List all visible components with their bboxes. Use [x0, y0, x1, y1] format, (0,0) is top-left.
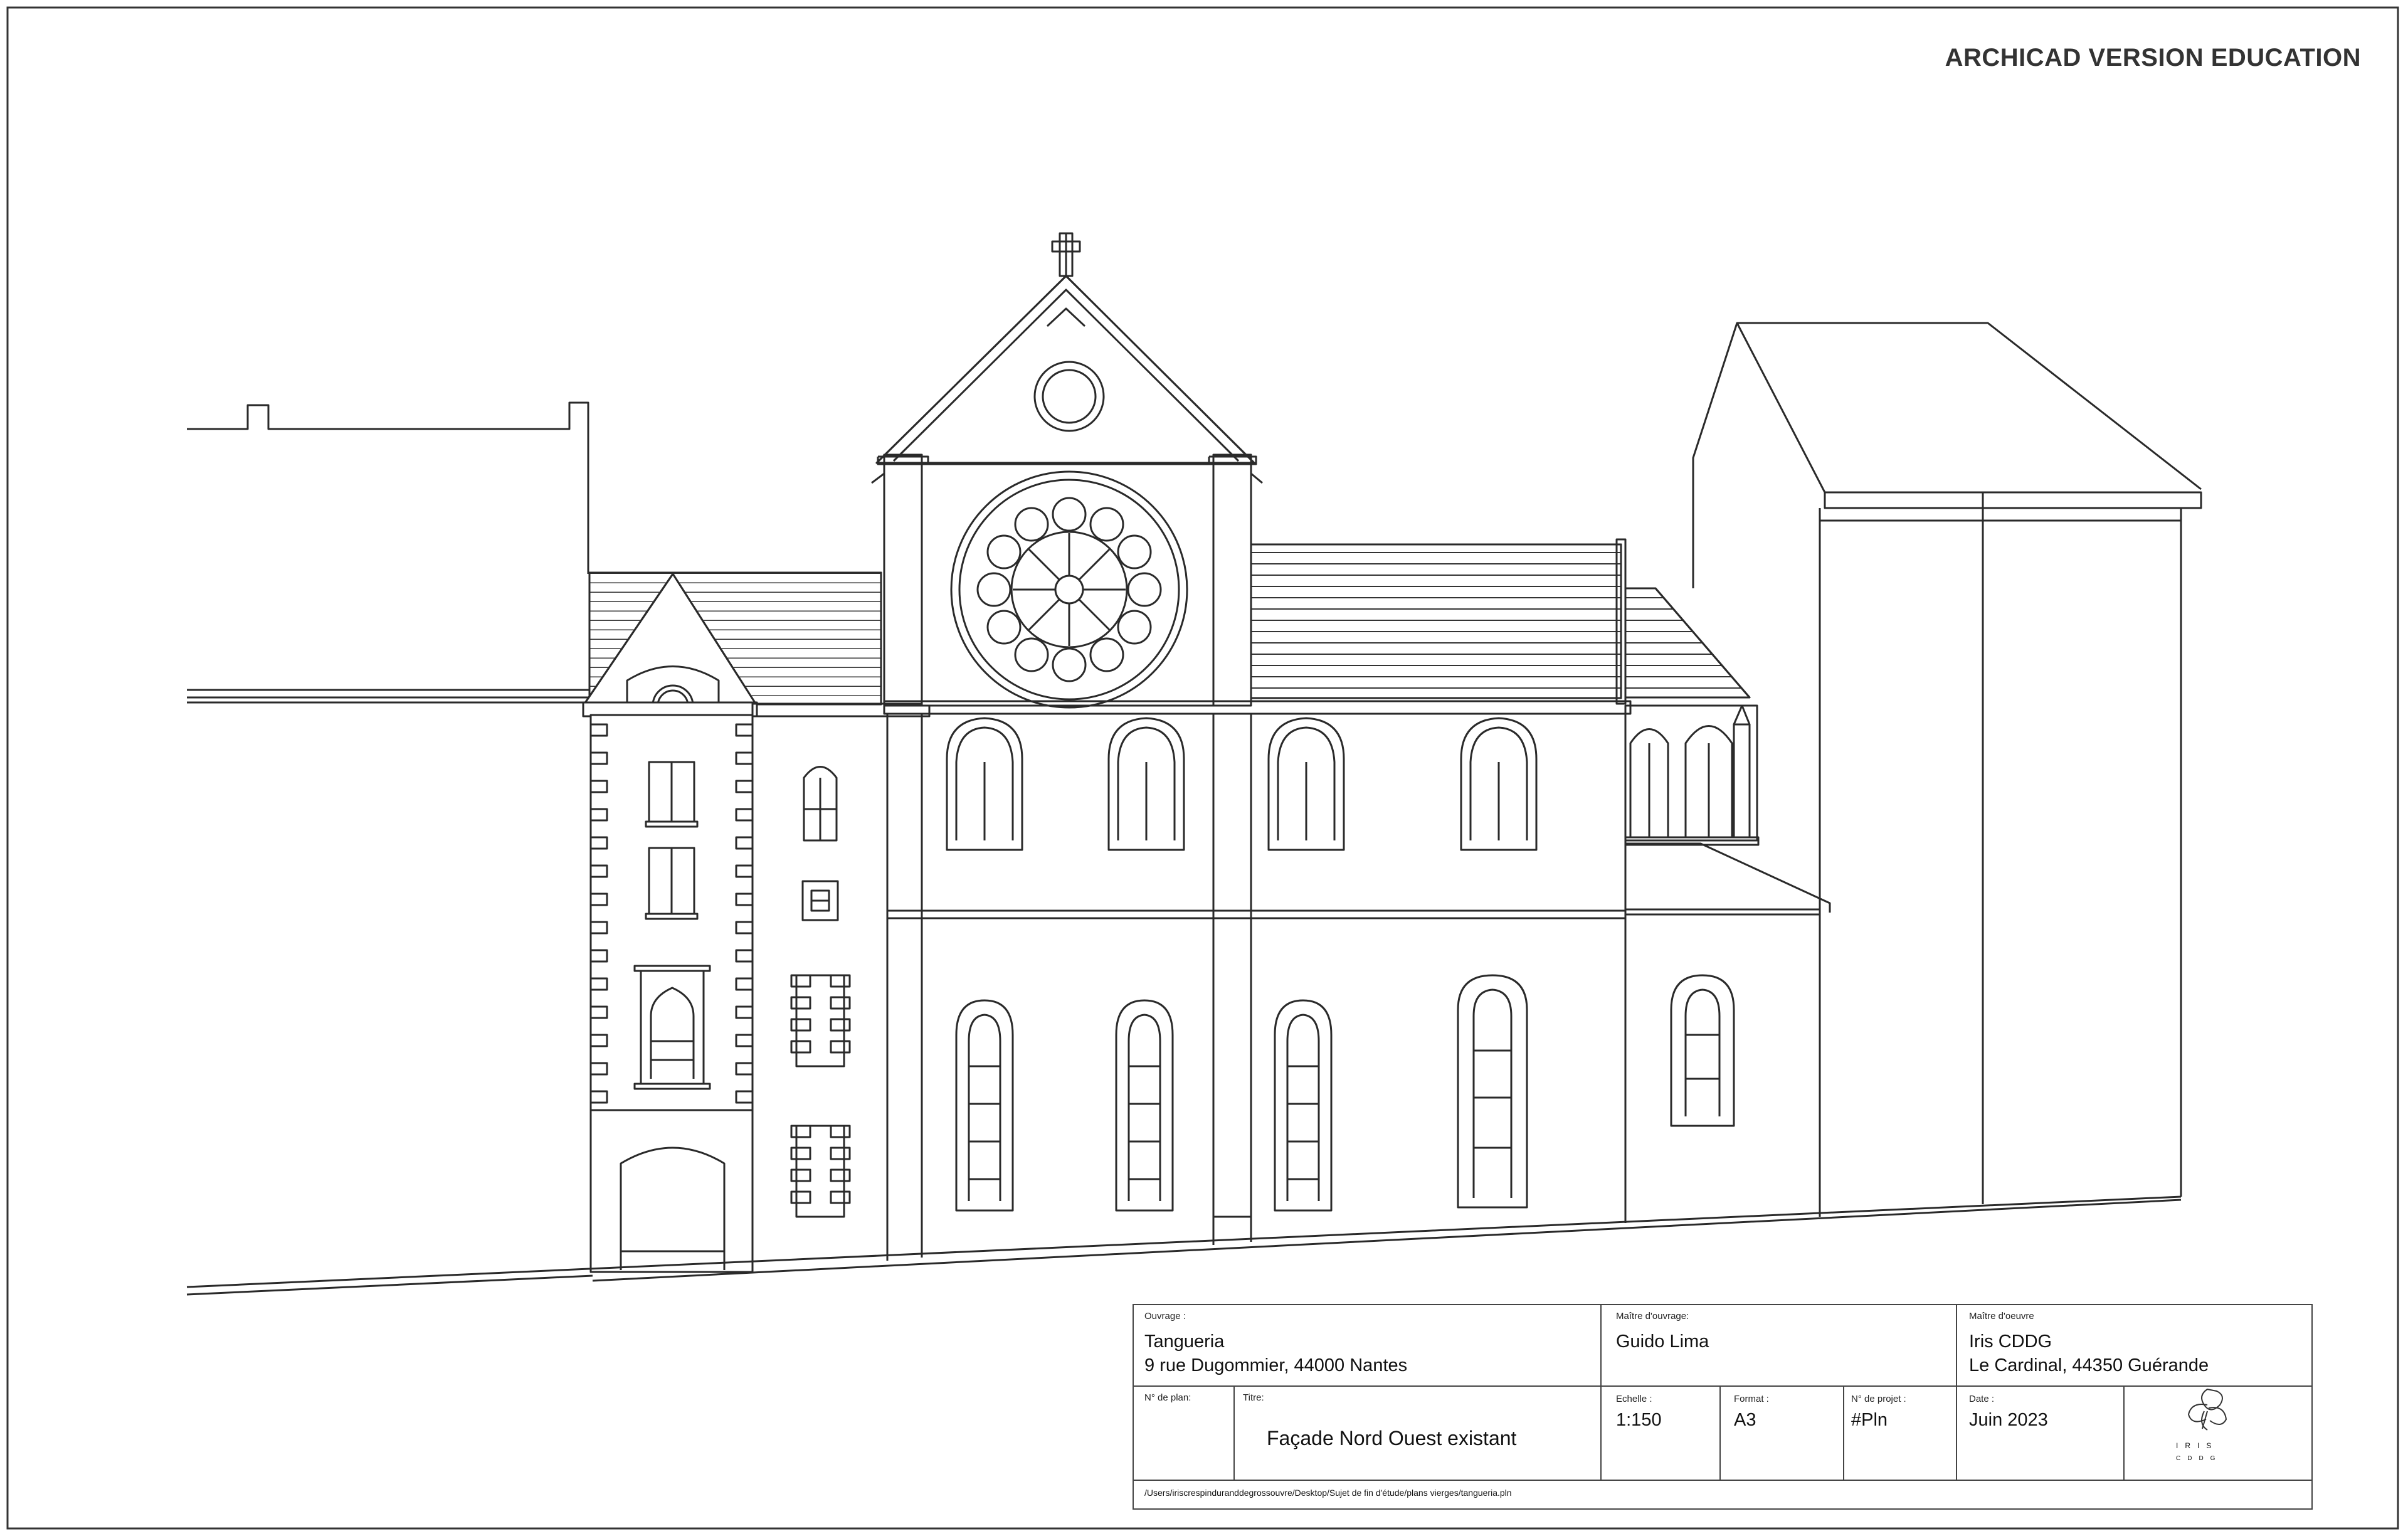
drawing-title: Façade Nord Ouest existant	[1267, 1427, 1517, 1449]
facade-elevation	[186, 232, 2202, 1296]
ouvrage-name: Tangueria	[1144, 1332, 1225, 1352]
left-tower	[582, 573, 758, 1273]
maitre-ouvrage-label: Maître d'ouvrage:	[1616, 1311, 1689, 1321]
maitre-oeuvre-label: Maître d'oeuvre	[1969, 1311, 2034, 1321]
church-walls	[883, 700, 1632, 1261]
side-chapel	[1624, 704, 1831, 1217]
left-background-building	[187, 401, 589, 704]
watermark-text: ARCHICAD VERSION EDUCATION	[1945, 44, 2361, 72]
right-neighbour-building	[1692, 322, 2202, 1217]
echelle-value: 1:150	[1616, 1410, 1662, 1430]
logo-top-text: IRIS	[2176, 1441, 2219, 1450]
date-label: Date :	[1969, 1394, 1995, 1404]
format-value: A3	[1734, 1410, 1756, 1430]
iris-logo-icon	[2187, 1388, 2227, 1431]
sheet-border	[6, 6, 2399, 1530]
plan-number-label: N° de plan:	[1144, 1392, 1191, 1403]
drawing-sheet	[6, 6, 2399, 1530]
projet-label: N° de projet :	[1851, 1394, 1906, 1404]
ouvrage-address: 9 rue Dugommier, 44000 Nantes	[1144, 1355, 1408, 1375]
ouvrage-label: Ouvrage :	[1144, 1311, 1186, 1321]
date-value: Juin 2023	[1969, 1410, 2048, 1430]
maitre-oeuvre-address: Le Cardinal, 44350 Guérande	[1969, 1355, 2209, 1375]
lower-windows	[955, 974, 1528, 1212]
logo-bottom-text: CDDG	[2176, 1455, 2222, 1462]
ground-line	[186, 1195, 2182, 1296]
format-label: Format :	[1734, 1394, 1769, 1404]
maitre-oeuvre-name: Iris CDDG	[1969, 1332, 2052, 1352]
file-path: /Users/iriscrespindurandde​grossouvre/De…	[1144, 1488, 1512, 1498]
church-gable	[871, 232, 1263, 709]
maitre-ouvrage-value: Guido Lima	[1616, 1332, 1709, 1352]
echelle-label: Echelle :	[1616, 1394, 1652, 1404]
titre-label: Titre:	[1243, 1392, 1264, 1403]
connector-block	[751, 702, 931, 1267]
projet-value: #Pln	[1851, 1410, 1888, 1430]
church-nave-roof	[1250, 538, 1751, 705]
title-block-frame	[1133, 1304, 2313, 1510]
upper-windows	[946, 717, 1538, 851]
